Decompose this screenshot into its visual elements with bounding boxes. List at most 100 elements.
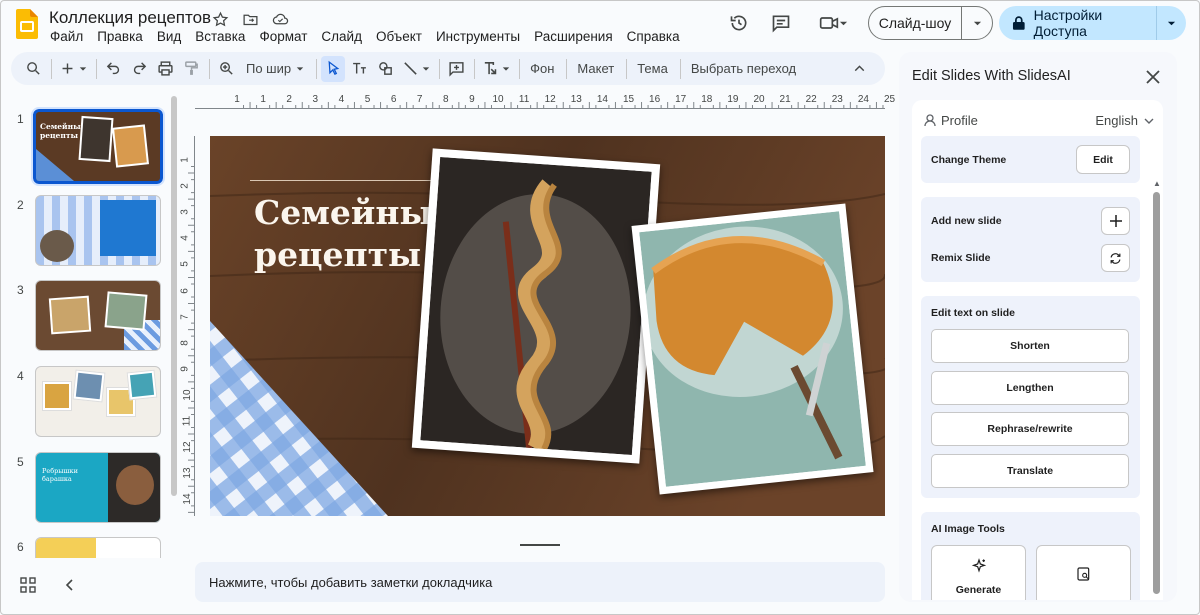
slide-thumbnail-5[interactable]: Ребрышки барашка: [35, 452, 161, 523]
menu-insert[interactable]: Вставка: [188, 28, 252, 47]
undo-button[interactable]: [101, 56, 125, 82]
ruler-tick-label: 3: [179, 209, 191, 215]
profile-row: Profile English: [924, 113, 1154, 128]
menu-view[interactable]: Вид: [150, 28, 188, 47]
meet-button[interactable]: [810, 3, 856, 43]
redo-button[interactable]: [127, 56, 151, 82]
search-menus-button[interactable]: [21, 56, 45, 82]
chevron-down-icon: [79, 66, 87, 71]
print-button[interactable]: [153, 56, 177, 82]
text-format-icon: [484, 62, 497, 75]
slide-thumbnail-2[interactable]: [35, 195, 161, 266]
ai-image-tools-label: AI Image Tools: [931, 523, 1005, 535]
title-divider-line: [250, 180, 435, 181]
close-panel-button[interactable]: [1142, 66, 1164, 88]
paint-format-button[interactable]: [179, 56, 203, 82]
remix-slide-label: Remix Slide: [931, 252, 991, 264]
line-button[interactable]: [399, 56, 433, 82]
transition-button[interactable]: Выбрать переход: [685, 56, 802, 82]
share-options-button[interactable]: [1156, 6, 1186, 40]
font-style-button[interactable]: [479, 56, 513, 82]
shape-button[interactable]: [373, 56, 397, 82]
menu-slide[interactable]: Слайд: [314, 28, 369, 47]
document-title[interactable]: Коллекция рецептов: [49, 8, 211, 28]
ruler-tick-label: 17: [675, 94, 687, 105]
chevron-down-icon: [296, 66, 304, 71]
edit-theme-button[interactable]: Edit: [1076, 145, 1130, 174]
select-tool-button[interactable]: [321, 55, 346, 82]
menu-help[interactable]: Справка: [620, 28, 687, 47]
thumbnail-photo: [126, 369, 158, 401]
chevron-down-icon: [1144, 118, 1154, 124]
image-search-button[interactable]: [1036, 545, 1131, 600]
menu-extensions[interactable]: Расширения: [527, 28, 620, 47]
sparkle-icon: [971, 558, 986, 573]
menu-format[interactable]: Формат: [252, 28, 314, 47]
rephrase-button[interactable]: Rephrase/rewrite: [931, 412, 1129, 446]
add-comment-button[interactable]: [444, 56, 468, 82]
grid-view-button[interactable]: [20, 577, 36, 598]
zoom-select[interactable]: По шир: [240, 56, 310, 82]
zoom-button[interactable]: [214, 56, 238, 82]
translate-button[interactable]: Translate: [931, 454, 1129, 488]
vertical-ruler: 1 2 3 4 5 6 7 8 9 10 11 12 13 14: [178, 136, 195, 516]
comments-button[interactable]: [761, 3, 801, 43]
panel-body: Profile English Change Theme Edit Add ne…: [912, 100, 1163, 600]
scroll-up-arrow[interactable]: ▲: [1153, 179, 1161, 188]
menu-edit[interactable]: Правка: [90, 28, 150, 47]
background-button[interactable]: Фон: [524, 56, 560, 82]
slide-thumbnail-3[interactable]: [35, 280, 161, 351]
ruler-tick-label: 14: [596, 94, 608, 105]
version-history-button[interactable]: [719, 3, 759, 43]
ruler-tick-label: 1: [260, 94, 266, 105]
profile-link[interactable]: Profile: [924, 113, 978, 128]
move-folder-icon[interactable]: [239, 9, 261, 29]
noodles-image: [420, 156, 652, 456]
undo-icon: [106, 62, 119, 75]
theme-button[interactable]: Тема: [631, 56, 674, 82]
layout-button[interactable]: Макет: [571, 56, 620, 82]
slide-thumbnail-6[interactable]: [35, 537, 161, 558]
slide-actions-card: Add new slide Remix Slide: [921, 197, 1140, 282]
ruler-tick-label: 8: [179, 339, 191, 346]
menu-file[interactable]: Файл: [43, 28, 90, 47]
add-slide-button[interactable]: [1101, 207, 1130, 235]
generate-image-button[interactable]: Generate: [931, 545, 1026, 600]
panel-scrollbar[interactable]: [1153, 192, 1160, 594]
pie-photo[interactable]: [631, 203, 874, 495]
text-box-button[interactable]: [347, 56, 371, 82]
slides-logo-icon[interactable]: [16, 9, 38, 39]
share-button[interactable]: Настройки Доступа: [999, 6, 1156, 40]
title-actions: [209, 9, 291, 29]
menu-object[interactable]: Объект: [369, 28, 429, 47]
grid-icon: [20, 577, 36, 593]
notes-resize-handle[interactable]: [520, 544, 560, 546]
thumbnail-photo: [48, 295, 92, 335]
star-icon[interactable]: [209, 9, 231, 29]
speaker-notes[interactable]: Нажмите, чтобы добавить заметки докладчи…: [195, 562, 885, 602]
language-select[interactable]: English: [1095, 113, 1154, 128]
cloud-status-icon[interactable]: [269, 9, 291, 29]
ruler-tick-label: 6: [390, 94, 397, 105]
new-slide-button[interactable]: [56, 56, 90, 82]
slideshow-options-button[interactable]: [962, 7, 992, 39]
toolbar-divider: [439, 58, 441, 79]
filmstrip-scrollbar[interactable]: [171, 96, 177, 496]
collapse-toolbar-button[interactable]: [847, 56, 871, 82]
ruler-tick-label: 22: [805, 94, 817, 105]
slide-thumbnail-1[interactable]: Семейные рецепты: [31, 107, 165, 186]
slideshow-button[interactable]: Слайд-шоу: [869, 7, 962, 39]
shorten-button[interactable]: Shorten: [931, 329, 1129, 363]
slide-canvas[interactable]: Семейные рецепты: [210, 136, 885, 516]
lengthen-button[interactable]: Lengthen: [931, 371, 1129, 405]
ruler-tick-label: 11: [518, 94, 530, 105]
menu-tools[interactable]: Инструменты: [429, 28, 527, 47]
ruler-tick-label: 18: [701, 94, 713, 105]
redo-icon: [133, 62, 146, 75]
slideshow-button-group: Слайд-шоу: [868, 6, 993, 40]
remix-slide-button[interactable]: [1101, 244, 1130, 272]
chevron-up-icon: [854, 65, 864, 72]
collapse-filmstrip-button[interactable]: [62, 577, 78, 598]
slide-thumbnail-4[interactable]: [35, 366, 161, 437]
noodles-photo[interactable]: [411, 148, 661, 464]
